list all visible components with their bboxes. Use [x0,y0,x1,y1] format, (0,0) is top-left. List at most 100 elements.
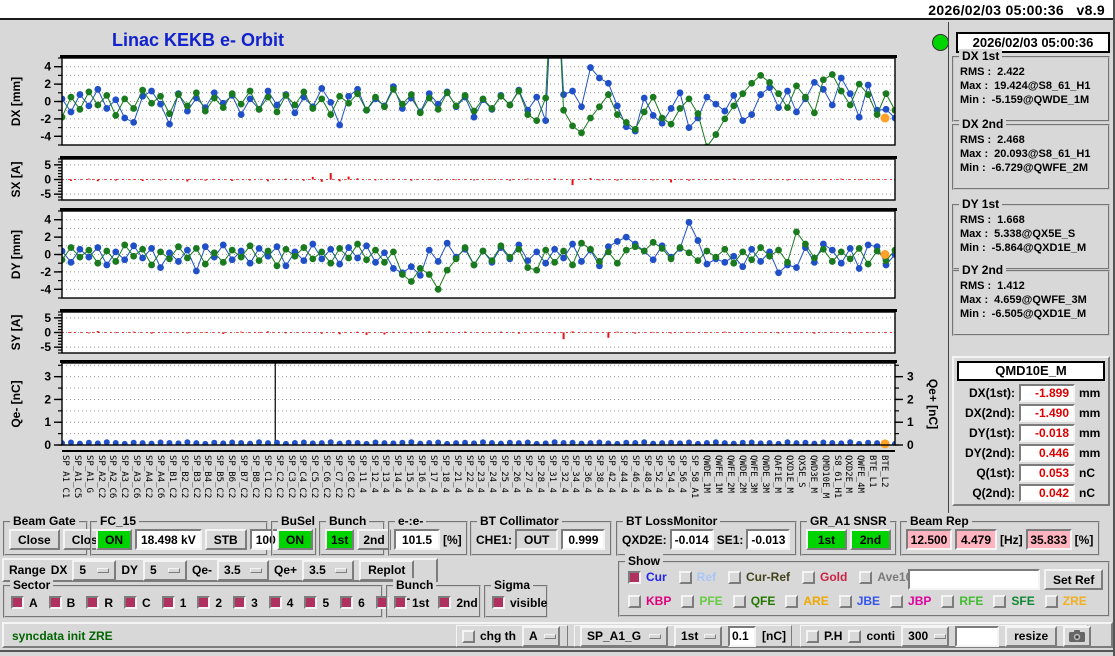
checkbox-indicator [785,594,799,608]
range-qe-minus-select[interactable]: 3.5 [217,559,270,581]
gr-a1-snsr-group: GR_A1 SNSR 1st 2nd [800,514,897,556]
sector-4-checkbox[interactable]: 4 [268,596,293,610]
screenshot-button[interactable] [1063,625,1092,647]
select-value: 5 [150,563,157,577]
sigma-visible-checkbox[interactable]: visible [492,596,547,610]
interval-select[interactable]: 300 [901,625,950,647]
dy-orbit-chart: 4 2 0 -2 -4 DY [mm] [6,207,941,302]
svg-text:2: 2 [907,392,914,406]
bpm-label: SP_56_4 [677,455,688,493]
svg-text:-5: -5 [40,187,51,201]
bunch-1st-button[interactable]: 1st [325,529,355,550]
show-sfe-checkbox[interactable]: SFE [993,594,1035,608]
show-cur-checkbox[interactable]: Cur [628,570,667,584]
bunch-1st-checkbox[interactable]: 1st [394,596,429,610]
show-pfe-checkbox[interactable]: PFE [681,594,723,608]
dx1-min: -5.159@QWDE_1M [991,94,1090,106]
bpm-label: SP_B3_C2 [190,455,201,499]
show-jbp-checkbox[interactable]: JBP [890,594,931,608]
select-value: 3.5 [224,563,241,577]
range-dy-select[interactable]: 5 [143,559,188,581]
sector-a-checkbox[interactable]: A [11,596,38,610]
select-value: A [529,629,538,643]
busel-on-button[interactable]: ON [277,529,313,550]
ph-checkbox[interactable]: P.H [806,629,842,643]
bpm-label: SP_25_4 [499,455,510,493]
bpm-select-frame: SP_A1_G 1st [nC] [574,625,792,647]
stats-title: DY 2nd [959,263,1007,277]
sector-2-checkbox[interactable]: 2 [197,596,222,610]
checkbox-label: 1 [179,595,187,610]
sector-5-checkbox[interactable]: 5 [304,596,329,610]
bunch-2nd-button[interactable]: 2nd [357,529,391,550]
threshold-sector-select[interactable]: A [522,625,560,647]
checkbox-label: Gold [820,570,848,584]
sector-c-checkbox[interactable]: C [124,596,151,610]
monitor-row: Q(2nd): 0.042 nC [957,483,1105,503]
show-qfe-checkbox[interactable]: QFE [732,594,776,608]
snsr-2nd-button[interactable]: 2nd [850,529,891,550]
beam-rep-group: Beam Rep 12.500 4.479 [Hz] 35.833 [%] [900,514,1100,556]
collimator-state-button[interactable]: OUT [515,529,559,550]
ref-input[interactable] [908,569,1040,590]
show-gold-checkbox[interactable]: Gold [802,570,847,584]
sector-r-checkbox[interactable]: R [86,596,113,610]
bpm-label: SP_27_4 [522,455,533,493]
free-field[interactable] [955,625,1000,647]
sector-1-checkbox[interactable]: 1 [161,595,187,610]
dy1-rms: 1.668 [997,214,1025,226]
range-dx-select[interactable]: 5 [72,559,117,581]
show-jbe-checkbox[interactable]: JBE [838,594,880,608]
show-are-checkbox[interactable]: ARE [785,594,829,608]
beam-gate-close-1-button[interactable]: Close [9,529,60,550]
dx2-max: 20.093@S8_61_H1 [994,148,1091,160]
stats-title: DX 2nd [959,117,1007,131]
snsr-1st-button[interactable]: 1st [806,529,847,550]
bpm-label: SP_24_4 [487,455,498,493]
beam-rep-pct-display: 35.833 [1025,529,1072,550]
monitor-name[interactable]: QMD10E_M [957,361,1105,381]
chg-th-checkbox[interactable]: chg th [462,629,516,643]
monitor-rows: DX(1st): -1.899 mm DX(2nd): -1.490 mm DY(1st):… [957,383,1105,503]
dropdown-indicator-icon [250,567,263,573]
checkbox-indicator [197,596,211,609]
show-ref-checkbox[interactable]: Ref [678,570,716,584]
conti-checkbox[interactable]: conti [848,629,895,643]
threshold-field[interactable] [728,625,756,647]
monitor-row-label: Q(1st): [976,466,1015,480]
bpm-label: SP_58_A1 [689,455,700,499]
checkbox-indicator [728,570,742,584]
ee-ratio-field[interactable]: 101.5 [394,529,440,550]
bunch-2nd-checkbox[interactable]: 2nd [438,596,478,610]
bpm-select[interactable]: SP_A1_G [580,625,668,647]
checkbox-label: QFE [750,594,776,608]
sector-b-checkbox[interactable]: B [48,596,75,610]
bpm-label: SP_C5_C2 [309,455,320,499]
monitor-row-unit: mm [1079,446,1101,460]
checkbox-indicator [848,629,862,643]
set-ref-button[interactable]: Set Ref [1044,569,1104,590]
dy-plot: 4 2 0 -2 -4 DY [mm] [9,208,897,299]
range-qe-plus-select[interactable]: 3.5 [302,559,355,581]
svg-text:5: 5 [44,158,51,172]
dx2-min: -6.729@QWFE_2M [991,162,1088,174]
stats-title: DX 1st [959,49,1003,63]
bt-collimator-group: BT Collimator CHE1: OUT 0.999 [470,514,612,556]
sector-6-checkbox[interactable]: 6 [340,596,365,610]
dropdown-indicator-icon [649,633,661,639]
bunch-number-select[interactable]: 1st [674,625,722,647]
show-row2-checks: KBP PFE QFE ARE JBE JBP RFE SFE ZRE [628,594,1087,608]
sector-3-checkbox[interactable]: 3 [233,596,258,610]
bpm-label: SP_23_4 [475,455,486,493]
show-kbp-checkbox[interactable]: KBP [628,594,671,608]
show-zre-checkbox[interactable]: ZRE [1044,594,1087,608]
fc15-stb-button[interactable]: STB [204,529,247,550]
resize-button[interactable]: resize [1005,625,1058,647]
show-cur-ref-checkbox[interactable]: Cur-Ref [728,570,790,584]
bpm-label: QWFE_2M [724,455,735,493]
show-ave10-checkbox[interactable]: Ave10 [859,570,912,584]
fc15-on-button[interactable]: ON [96,529,132,550]
bpm-label: SP_36_4 [582,455,593,493]
show-group: Show Cur Ref Cur-Ref Gold Ave10 Set Ref KBP P… [618,554,1110,617]
show-rfe-checkbox[interactable]: RFE [941,594,983,608]
